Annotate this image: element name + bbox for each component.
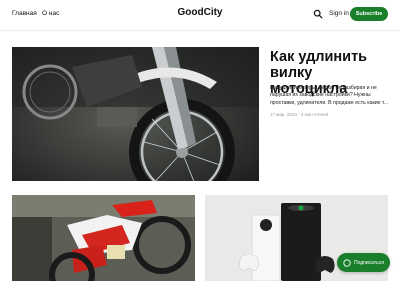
site-logo[interactable]: GoodCity	[178, 7, 223, 18]
subscribe-button[interactable]: Subscribe	[350, 7, 388, 21]
chat-bubble-icon	[343, 258, 351, 267]
site-header: Главная О нас GoodCity Sign in Subscribe	[0, 0, 400, 30]
header-divider	[0, 30, 400, 31]
featured-article-excerpt: Как удлинить перья вилки, не разбирая и …	[270, 85, 389, 106]
signin-link[interactable]: Sign in	[329, 10, 349, 17]
nav-about-link[interactable]: О нас	[42, 10, 59, 17]
floating-subscribe-label: Подписаться	[354, 259, 384, 266]
floating-subscribe-button[interactable]: Подписаться	[337, 253, 390, 272]
nav-home-link[interactable]: Главная	[12, 10, 37, 17]
featured-article-meta: 17 мар. 2023 · 4 мин чтения	[270, 112, 329, 117]
search-icon[interactable]	[313, 9, 323, 19]
article-card-image[interactable]	[12, 195, 195, 281]
featured-article-image[interactable]	[12, 47, 259, 181]
